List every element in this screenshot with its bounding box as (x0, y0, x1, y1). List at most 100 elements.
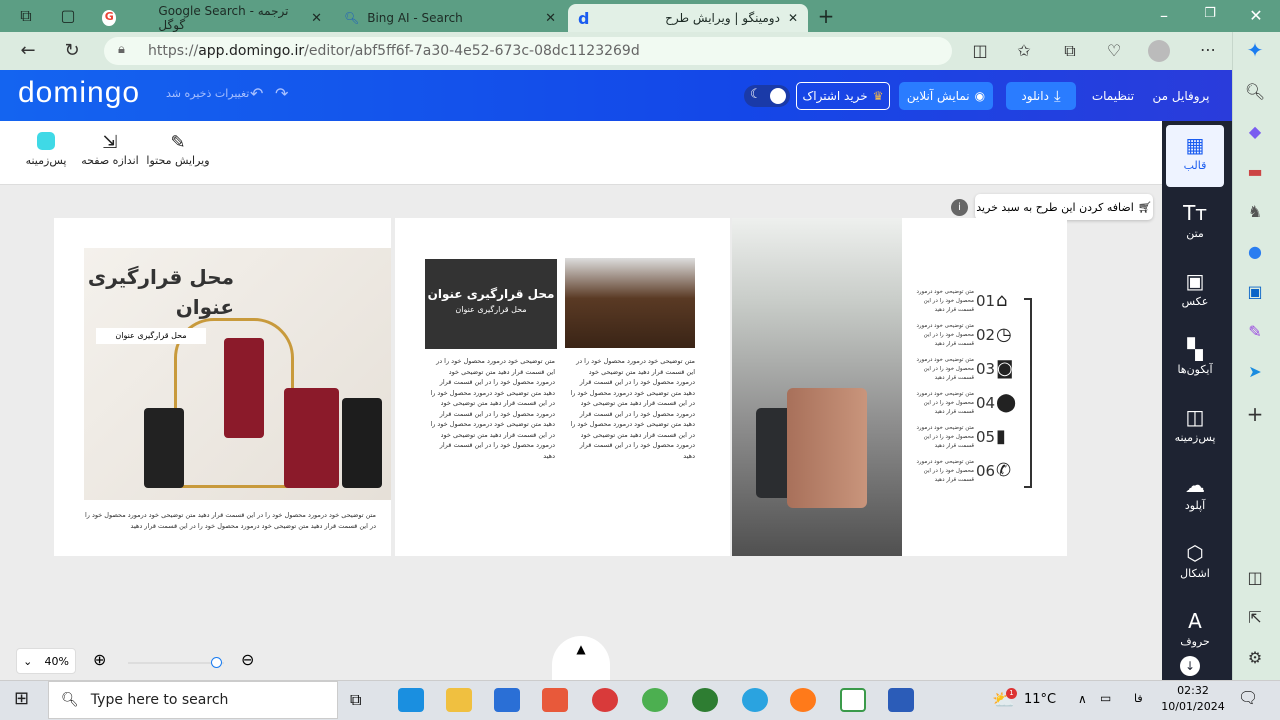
tools-icon[interactable]: ▬ (1243, 162, 1267, 181)
background-icon: ◫ (1185, 405, 1205, 429)
zoom-slider[interactable] (128, 657, 224, 668)
telegram-icon[interactable] (742, 688, 768, 712)
background-tool[interactable]: پس‌زمینه (22, 132, 70, 167)
games-icon[interactable]: ♞ (1243, 202, 1267, 221)
google-icon: G (102, 10, 117, 26)
settings-icon[interactable]: ⚙ (1243, 648, 1267, 667)
edge-taskbar-icon[interactable] (398, 688, 424, 712)
close-tab-icon[interactable]: ✕ (311, 11, 322, 26)
domingo-icon: d (578, 8, 590, 28)
add-to-cart-button[interactable]: 🛒︎ اضافه کردن این طرح به سبد خرید (975, 194, 1153, 220)
windows-start-icon[interactable]: ⊞ (14, 688, 29, 709)
app-icon[interactable] (542, 688, 568, 712)
outlook-icon[interactable]: ▣ (1243, 282, 1267, 301)
settings-link[interactable]: تنظیمات (1088, 82, 1138, 110)
profile-link[interactable]: پروفایل من (1150, 82, 1212, 110)
sidebar-item-font[interactable]: A حروف (1166, 601, 1224, 663)
chrome-icon[interactable] (642, 688, 668, 712)
sidebar-item-icons[interactable]: ▚ آیکون‌ها (1166, 329, 1224, 391)
dark-mode-toggle[interactable]: ☾ (744, 85, 790, 107)
page-body-text: متن توضیحی خود درمورد محصول خود را در ای… (84, 511, 376, 530)
sidebar-item-image[interactable]: ▣ عکس (1166, 261, 1224, 323)
app-icon[interactable] (692, 688, 718, 712)
info-icon[interactable]: i (951, 199, 968, 216)
restore-button[interactable]: ❐ (1198, 6, 1222, 21)
resize-tool[interactable]: ⇲ اندازه صفحه (80, 132, 140, 167)
item-number: 04 (976, 394, 996, 412)
item-text: متن توضیحی خود درمورد محصول خود را در ای… (916, 425, 974, 449)
task-view-icon[interactable]: ⧉ (350, 690, 361, 710)
toggle-knob (770, 88, 786, 104)
sidebar-item-shapes[interactable]: ⬡ اشکال (1166, 533, 1224, 595)
more-icon[interactable]: ⋯ (1196, 40, 1220, 59)
browser-essentials-icon[interactable]: ♡ (1102, 41, 1126, 60)
font-icon: A (1188, 609, 1202, 633)
zoom-select[interactable]: ⌄ 40% (16, 648, 76, 674)
copilot-icon[interactable]: ✦ (1243, 38, 1267, 62)
battery-icon[interactable]: ▭ (1100, 691, 1111, 705)
item-text: متن توضیحی خود درمورد محصول خود را در ای… (916, 391, 974, 415)
show-hidden-icons[interactable]: ∧ (1078, 692, 1087, 706)
microsoft365-icon[interactable]: ● (1243, 242, 1267, 261)
download-button[interactable]: ⤓ دانلود (1006, 82, 1076, 110)
lock-icon[interactable]: 🔒︎ (118, 42, 125, 57)
send-icon[interactable]: ➤ (1243, 362, 1267, 381)
bracket (1024, 298, 1032, 488)
tab-actions-icon[interactable]: ▢ (56, 6, 80, 25)
firefox-icon[interactable] (790, 688, 816, 712)
profile-avatar[interactable] (1148, 40, 1170, 62)
notifications-icon[interactable]: 🗨︎ (1238, 688, 1258, 707)
search-icon[interactable]: 🔍︎ (1243, 82, 1267, 101)
zoom-out-icon[interactable]: ⊖ (241, 650, 254, 669)
designer-icon[interactable]: ✎ (1243, 322, 1267, 341)
close-window-button[interactable]: ✕ (1244, 6, 1268, 25)
language-indicator[interactable]: فا (1134, 692, 1143, 705)
suitcase (284, 388, 339, 488)
design-page-left[interactable]: محل قرارگیری عنوان محل قرارگیری عنوان مت… (54, 218, 391, 556)
new-tab-button[interactable]: + (814, 4, 838, 28)
page-title: محل قرارگیری عنوان (87, 265, 234, 319)
word-icon[interactable] (888, 688, 914, 712)
url-input[interactable]: 🔒︎ https://app.domingo.ir/editor/abf5ff6… (104, 37, 952, 65)
sidebar-item-template[interactable]: ▦ قالب (1166, 125, 1224, 187)
close-tab-icon[interactable]: ✕ (788, 11, 798, 25)
back-icon[interactable]: ← (16, 40, 40, 61)
app-icon[interactable] (840, 688, 866, 712)
preview-button[interactable]: ◉ نمایش آنلاین (899, 82, 993, 110)
design-page-right[interactable]: متن توضیحی خود درمورد محصول خود را در ای… (732, 218, 1067, 556)
undo-icon[interactable]: ↶ (250, 84, 263, 103)
add-icon[interactable]: + (1243, 402, 1267, 426)
collections-icon[interactable]: ⧉ (1058, 41, 1082, 61)
app-icon[interactable] (592, 688, 618, 712)
subscribe-button[interactable]: ♛ خرید اشتراک (796, 82, 890, 110)
sidebar-item-background[interactable]: ◫ پس‌زمینه (1166, 397, 1224, 459)
zoom-in-icon[interactable]: ⊕ (93, 650, 106, 669)
refresh-icon[interactable]: ↻ (60, 40, 84, 61)
sidebar-toggle-icon[interactable]: ◫ (1243, 568, 1267, 587)
design-page-middle[interactable]: محل قرارگیری عنوان محل قرارگیری عنوان مت… (395, 218, 730, 556)
external-link-icon[interactable]: ⇱ (1243, 608, 1267, 627)
logo[interactable]: domingo (18, 76, 140, 110)
file-explorer-icon[interactable] (446, 688, 472, 712)
edit-content-tool[interactable]: ✎ ویرایش محتوا (146, 132, 210, 167)
close-tab-icon[interactable]: ✕ (545, 11, 556, 26)
tab-domingo[interactable]: d دومینگو | ویرایش طرح ✕ (568, 4, 808, 32)
redo-icon[interactable]: ↷ (275, 84, 288, 103)
favorites-icon[interactable]: ✩ (1012, 41, 1036, 60)
store-icon[interactable] (494, 688, 520, 712)
tab-bing[interactable]: 🔍︎ Bing AI - Search ✕ (334, 4, 566, 32)
split-screen-icon[interactable]: ◫ (968, 41, 992, 60)
taskbar-search[interactable]: 🔍︎ Type here to search (48, 681, 338, 719)
temperature[interactable]: 11°C (1024, 692, 1056, 707)
shopping-icon[interactable]: ◆ (1243, 122, 1267, 141)
sidebar-item-text[interactable]: Tт متن (1166, 193, 1224, 255)
clock[interactable]: 02:32 10/01/2024 (1158, 683, 1228, 715)
expand-pages-button[interactable]: ▲ (552, 636, 610, 680)
template-icon: ▦ (1185, 133, 1205, 157)
workspaces-icon[interactable]: ⧉ (14, 6, 38, 26)
minimize-button[interactable]: – (1152, 6, 1176, 25)
sidebar-item-upload[interactable]: ☁ آپلود (1166, 465, 1224, 527)
weather-badge: 1 (1006, 688, 1017, 699)
tab-google[interactable]: G Google Search - ترجمه گوگل ✕ (92, 4, 332, 32)
zoom-slider-knob[interactable] (210, 657, 222, 668)
